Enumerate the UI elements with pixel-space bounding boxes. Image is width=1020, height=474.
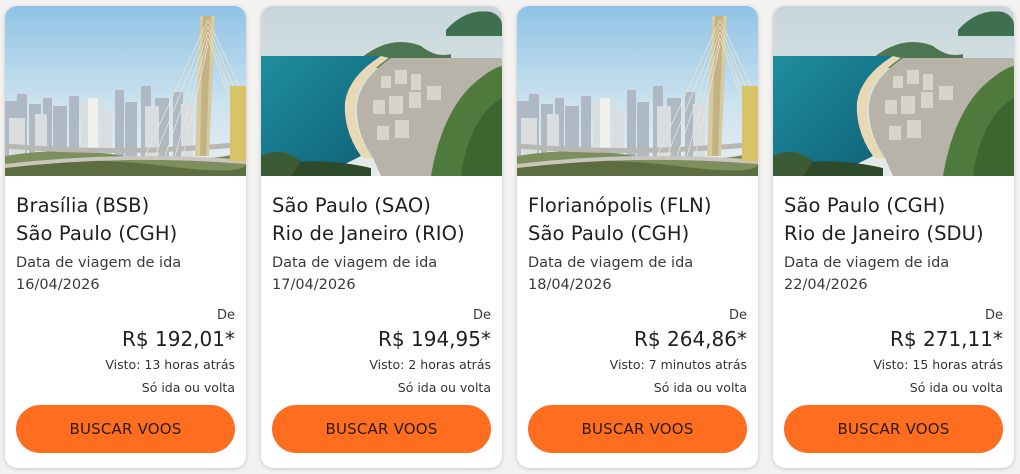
card-body: Florianópolis (FLN) São Paulo (CGH) Data… xyxy=(517,176,758,468)
price: R$ 192,01* xyxy=(122,327,235,351)
price-prefix: De xyxy=(728,308,747,323)
search-flights-button[interactable]: BUSCAR VOOS xyxy=(16,405,235,453)
price: R$ 271,11* xyxy=(890,327,1003,351)
departure-date: 17/04/2026 xyxy=(272,277,356,293)
trip-type: Só ida ou volta xyxy=(653,380,747,395)
date-label: Data de viagem de ida xyxy=(16,255,182,271)
seen-time: Visto: 2 horas atrás xyxy=(369,357,491,372)
search-flights-button[interactable]: BUSCAR VOOS xyxy=(272,405,491,453)
price-prefix: De xyxy=(984,308,1003,323)
route: São Paulo (CGH) Rio de Janeiro (SDU) xyxy=(784,192,1003,248)
beach-coast-image xyxy=(261,6,502,176)
departure-date: 16/04/2026 xyxy=(16,277,100,293)
price-prefix: De xyxy=(216,308,235,323)
flight-card[interactable]: Brasília (BSB) São Paulo (CGH) Data de v… xyxy=(5,6,246,468)
price: R$ 194,95* xyxy=(378,327,491,351)
departure-date: 18/04/2026 xyxy=(528,277,612,293)
seen-time: Visto: 7 minutos atrás xyxy=(609,357,747,372)
seen-time: Visto: 15 horas atrás xyxy=(873,357,1003,372)
price-prefix: De xyxy=(472,308,491,323)
price-block: De R$ 264,86* Visto: 7 minutos atrás Só … xyxy=(610,308,747,398)
route: São Paulo (SAO) Rio de Janeiro (RIO) xyxy=(272,192,491,248)
route: Brasília (BSB) São Paulo (CGH) xyxy=(16,192,235,248)
beach-coast-image xyxy=(773,6,1014,176)
destination-cards: Brasília (BSB) São Paulo (CGH) Data de v… xyxy=(5,6,1014,468)
search-flights-button[interactable]: BUSCAR VOOS xyxy=(784,405,1003,453)
origin-city: Brasília (BSB) xyxy=(16,194,150,217)
date-label: Data de viagem de ida xyxy=(528,255,694,271)
trip-type: Só ida ou volta xyxy=(397,380,491,395)
flight-card[interactable]: São Paulo (SAO) Rio de Janeiro (RIO) Dat… xyxy=(261,6,502,468)
price-block: De R$ 194,95* Visto: 2 horas atrás Só id… xyxy=(369,308,491,398)
origin-city: São Paulo (CGH) xyxy=(784,194,946,217)
card-body: Brasília (BSB) São Paulo (CGH) Data de v… xyxy=(5,176,246,468)
flight-card[interactable]: Florianópolis (FLN) São Paulo (CGH) Data… xyxy=(517,6,758,468)
seen-time: Visto: 13 horas atrás xyxy=(105,357,235,372)
destination-city: São Paulo (CGH) xyxy=(16,222,178,245)
origin-city: Florianópolis (FLN) xyxy=(528,194,712,217)
departure-date: 22/04/2026 xyxy=(784,277,868,293)
flight-card[interactable]: São Paulo (CGH) Rio de Janeiro (SDU) Dat… xyxy=(773,6,1014,468)
route: Florianópolis (FLN) São Paulo (CGH) xyxy=(528,192,747,248)
price: R$ 264,86* xyxy=(634,327,747,351)
destination-city: São Paulo (CGH) xyxy=(528,222,690,245)
price-block: De R$ 192,01* Visto: 13 horas atrás Só i… xyxy=(105,308,235,398)
destination-city: Rio de Janeiro (SDU) xyxy=(784,222,984,245)
destination-city: Rio de Janeiro (RIO) xyxy=(272,222,465,245)
bridge-skyline-image xyxy=(5,6,246,176)
date-label: Data de viagem de ida xyxy=(784,255,950,271)
search-flights-button[interactable]: BUSCAR VOOS xyxy=(528,405,747,453)
origin-city: São Paulo (SAO) xyxy=(272,194,431,217)
trip-type: Só ida ou volta xyxy=(909,380,1003,395)
trip-type: Só ida ou volta xyxy=(141,380,235,395)
card-body: São Paulo (SAO) Rio de Janeiro (RIO) Dat… xyxy=(261,176,502,468)
price-block: De R$ 271,11* Visto: 15 horas atrás Só i… xyxy=(873,308,1003,398)
card-body: São Paulo (CGH) Rio de Janeiro (SDU) Dat… xyxy=(773,176,1014,468)
date-label: Data de viagem de ida xyxy=(272,255,438,271)
bridge-skyline-image xyxy=(517,6,758,176)
